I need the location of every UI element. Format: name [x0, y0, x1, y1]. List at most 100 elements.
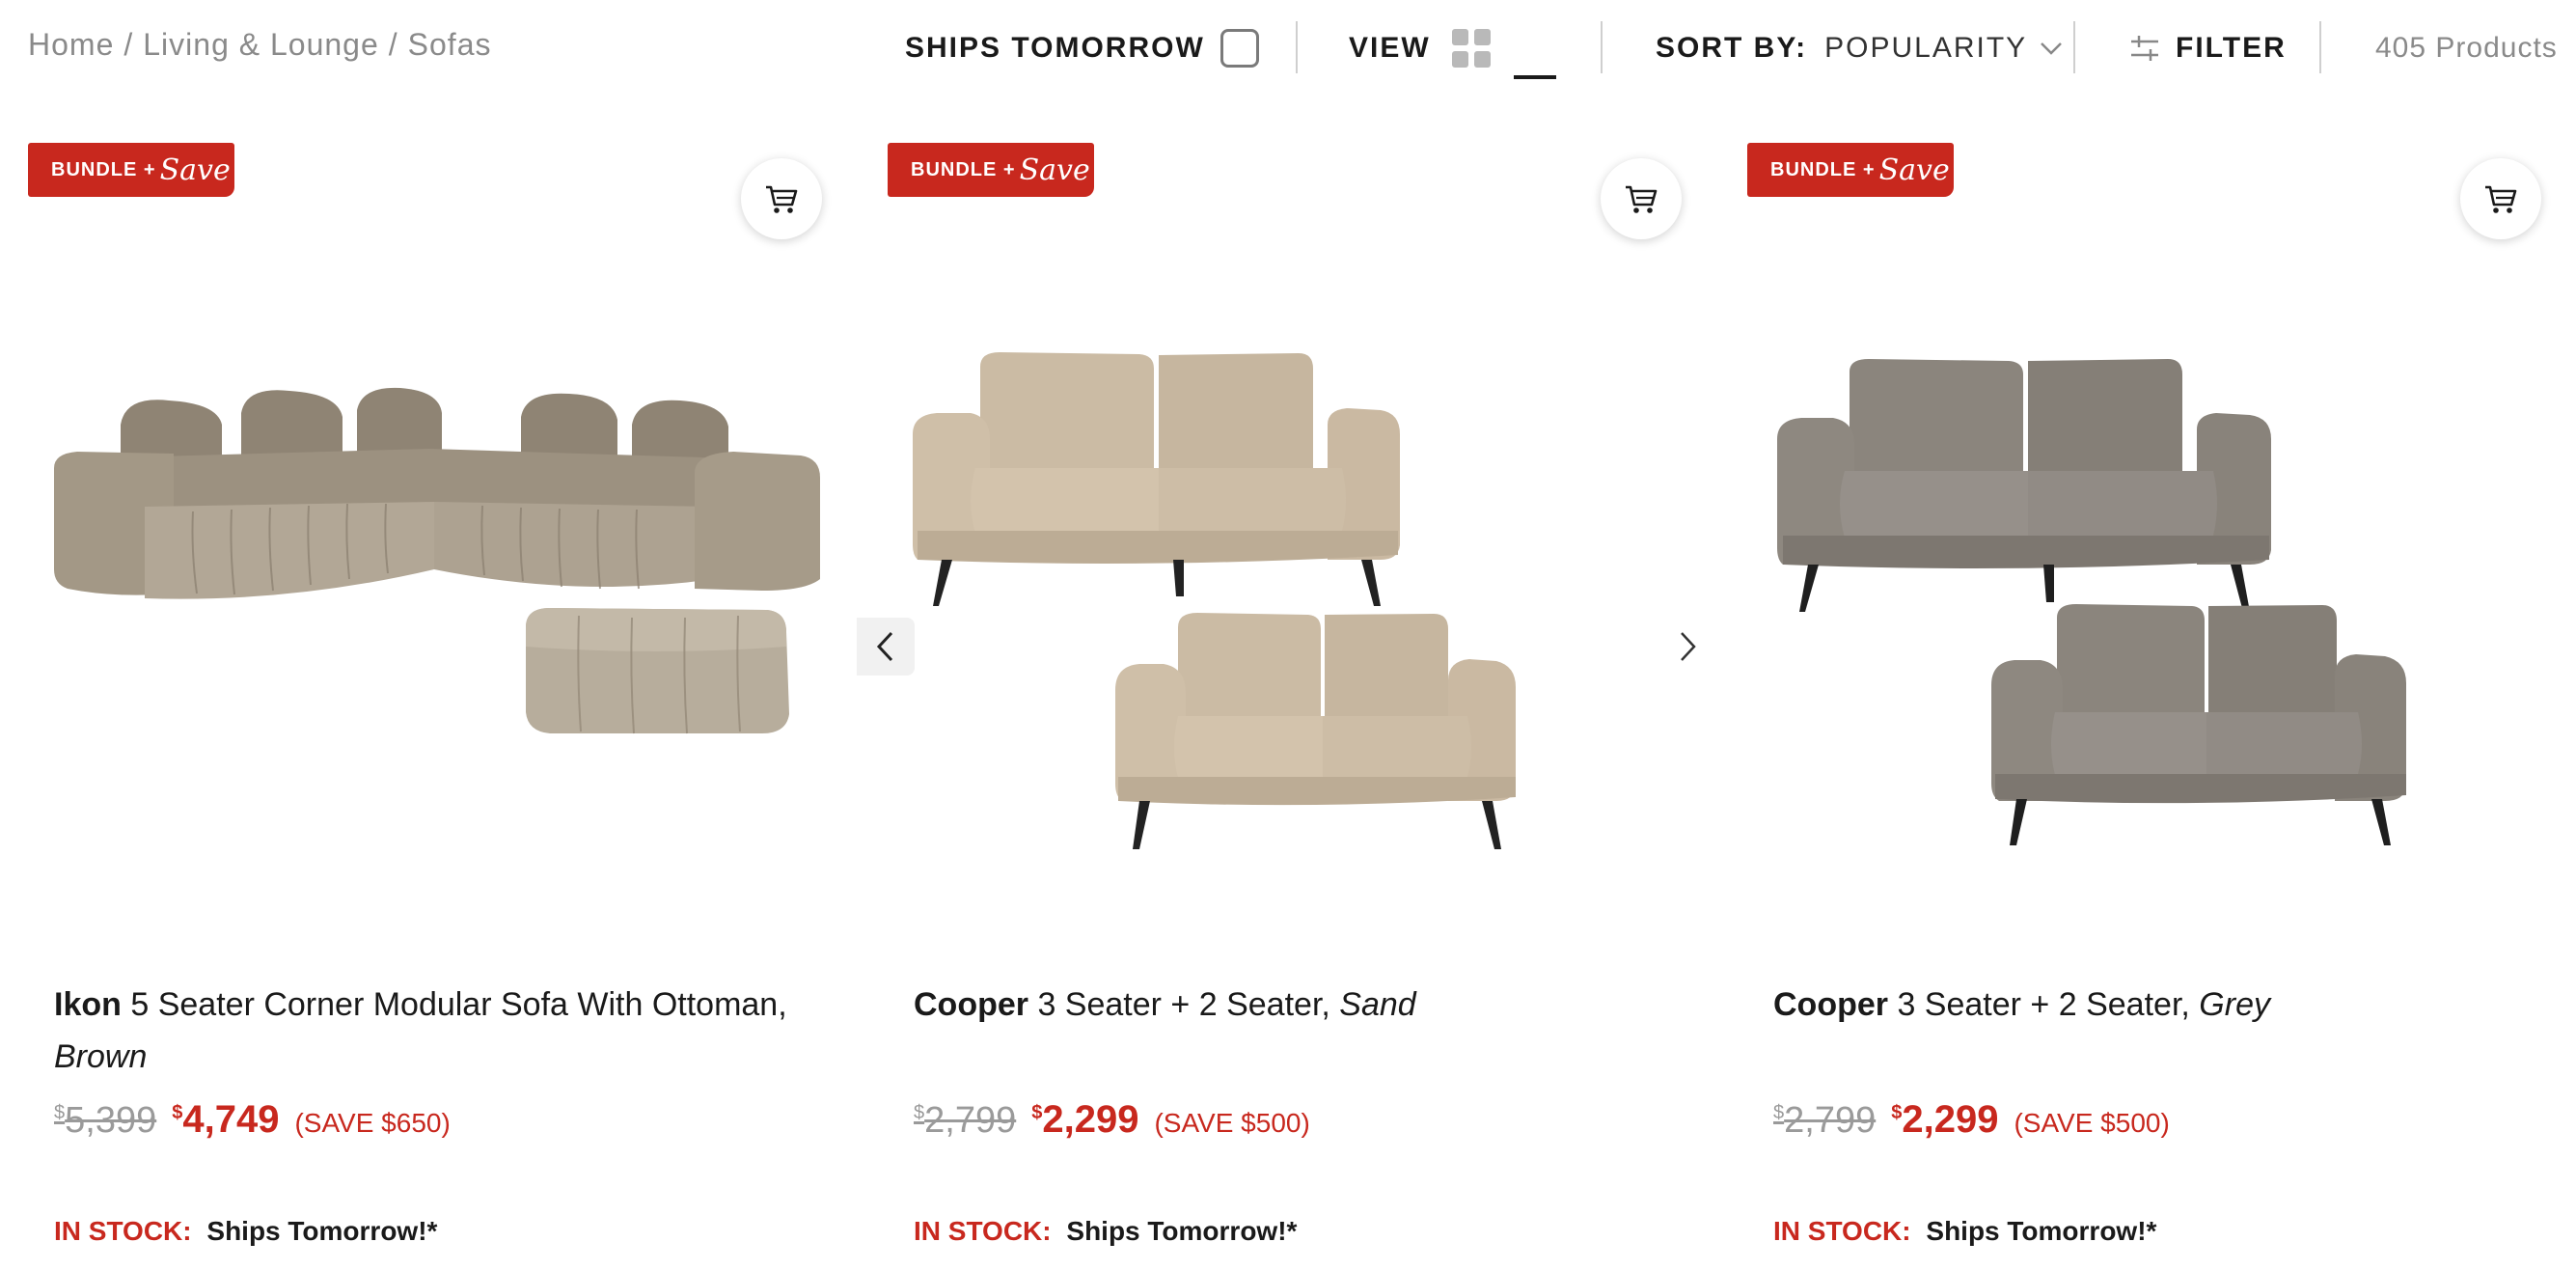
product-title[interactable]: Ikon 5 Seater Corner Modular Sofa With O…: [54, 979, 816, 1083]
product-title[interactable]: Cooper 3 Seater + 2 Seater, Grey: [1773, 979, 2535, 1031]
product-name: 5 Seater Corner Modular Sofa With Ottoma…: [130, 986, 787, 1023]
product-brand: Cooper: [914, 986, 1028, 1023]
price-was-value: 2,799: [1784, 1100, 1877, 1141]
view-switcher: VIEW: [1349, 0, 1556, 97]
price-row: $5,399 $4,749 (SAVE $650): [54, 1098, 451, 1142]
badge-script-text: Save: [159, 152, 231, 187]
stock-label: IN STOCK:: [1773, 1216, 1911, 1246]
carousel-next-button[interactable]: [1658, 618, 1716, 676]
sofa-3-plus-2-grey-image: [1777, 359, 2406, 845]
price-was-value: 2,799: [924, 1100, 1017, 1141]
product-count-text: 405 Products: [2375, 32, 2558, 64]
breadcrumb-separator: /: [388, 27, 398, 62]
grid-view-icon[interactable]: [1451, 29, 1491, 68]
stock-label: IN STOCK:: [914, 1216, 1052, 1246]
bundle-save-badge: BUNDLE + Save: [1747, 143, 1954, 197]
product-title[interactable]: Cooper 3 Seater + 2 Seater, Sand: [914, 979, 1676, 1031]
sort-dropdown[interactable]: SORT BY: POPULARITY: [1656, 0, 2064, 97]
chevron-left-icon: [876, 631, 893, 662]
currency-symbol: $: [1891, 1102, 1903, 1123]
badge-text: BUNDLE +: [1770, 158, 1876, 180]
product-count: 405 Products: [2375, 0, 2558, 97]
sort-value: POPULARITY: [1824, 32, 2028, 64]
toolbar-divider: [2319, 21, 2321, 73]
ships-tomorrow-label: SHIPS TOMORROW: [905, 32, 1205, 64]
stock-label: IN STOCK:: [54, 1216, 192, 1246]
price-now: $4,749: [172, 1098, 279, 1142]
carousel-prev-button[interactable]: [857, 618, 915, 676]
price-save: (SAVE $650): [294, 1108, 451, 1138]
stock-text: Ships Tomorrow!*: [1066, 1216, 1298, 1246]
stock-text: Ships Tomorrow!*: [1926, 1216, 2157, 1246]
add-to-cart-button[interactable]: [1601, 158, 1682, 239]
price-was: $2,799: [914, 1100, 1016, 1142]
sofa-3-plus-2-sand-image: [913, 352, 1516, 849]
single-view-icon[interactable]: [1513, 27, 1556, 79]
badge-text: BUNDLE +: [51, 158, 156, 180]
cart-icon: [766, 185, 798, 213]
stock-text: Ships Tomorrow!*: [206, 1216, 438, 1246]
chevron-right-icon: [1681, 632, 1696, 661]
ships-tomorrow-checkbox[interactable]: [1219, 29, 1259, 68]
toolbar-divider: [1296, 21, 1298, 73]
stock-status: IN STOCK: Ships Tomorrow!*: [54, 1216, 437, 1247]
price-was: $5,399: [54, 1100, 156, 1142]
product-card[interactable]: BUNDLE + Save: [857, 135, 1696, 1270]
sort-label: SORT BY:: [1656, 32, 1808, 64]
badge-text: BUNDLE +: [911, 158, 1016, 180]
badge-script-text: Save: [1878, 152, 1950, 187]
price-save: (SAVE $500): [1154, 1108, 1310, 1138]
toolbar-divider: [1601, 21, 1603, 73]
currency-symbol: $: [172, 1102, 183, 1123]
currency-symbol: $: [1031, 1102, 1043, 1123]
currency-symbol: $: [1773, 1102, 1785, 1123]
stock-status: IN STOCK: Ships Tomorrow!*: [914, 1216, 1297, 1247]
breadcrumb-living-lounge[interactable]: Living & Lounge: [143, 27, 379, 62]
price-save: (SAVE $500): [2014, 1108, 2170, 1138]
bundle-save-badge: BUNDLE + Save: [888, 143, 1094, 197]
price-now-value: 2,299: [1902, 1098, 1999, 1141]
price-row: $2,799 $2,299 (SAVE $500): [914, 1098, 1310, 1142]
breadcrumb: Home / Living & Lounge / Sofas: [28, 27, 491, 63]
filter-label: FILTER: [2176, 32, 2287, 64]
price-now: $2,299: [1891, 1098, 1998, 1142]
add-to-cart-button[interactable]: [2460, 158, 2541, 239]
breadcrumb-sofas: Sofas: [407, 27, 492, 62]
stock-status: IN STOCK: Ships Tomorrow!*: [1773, 1216, 2156, 1247]
price-was-value: 5,399: [65, 1100, 157, 1141]
price-now-value: 4,749: [182, 1098, 280, 1141]
product-toolbar: Home / Living & Lounge / Sofas SHIPS TOMORRO…: [0, 0, 2576, 97]
toolbar-divider: [2073, 21, 2075, 73]
product-name: 3 Seater + 2 Seater,: [1897, 986, 2190, 1023]
cart-icon: [1626, 185, 1658, 213]
price-row: $2,799 $2,299 (SAVE $500): [1773, 1098, 2170, 1142]
filter-button[interactable]: FILTER: [2129, 0, 2287, 97]
product-image[interactable]: [1719, 251, 2549, 1004]
filter-sliders-icon: [2131, 36, 2158, 61]
product-brand: Cooper: [1773, 986, 1888, 1023]
product-name: 3 Seater + 2 Seater,: [1037, 986, 1330, 1023]
product-card[interactable]: BUNDLE + Save: [0, 135, 830, 1270]
view-label: VIEW: [1349, 32, 1431, 64]
product-image[interactable]: [860, 251, 1689, 1004]
price-now-value: 2,299: [1042, 1098, 1139, 1141]
product-image[interactable]: [0, 251, 830, 1004]
product-variant: Grey: [2199, 986, 2270, 1023]
add-to-cart-button[interactable]: [741, 158, 822, 239]
bundle-save-badge: BUNDLE + Save: [28, 143, 234, 197]
breadcrumb-separator: /: [123, 27, 134, 62]
chevron-down-icon: [2041, 42, 2063, 55]
breadcrumb-home[interactable]: Home: [28, 27, 114, 62]
product-brand: Ikon: [54, 986, 122, 1023]
currency-symbol: $: [914, 1102, 925, 1123]
product-card[interactable]: BUNDLE + Save: [1719, 135, 2549, 1270]
price-was: $2,799: [1773, 1100, 1876, 1142]
currency-symbol: $: [54, 1102, 66, 1123]
sofa-corner-modular-image: [54, 387, 820, 734]
price-now: $2,299: [1031, 1098, 1138, 1142]
ships-tomorrow-toggle[interactable]: SHIPS TOMORROW: [905, 0, 1259, 97]
badge-script-text: Save: [1019, 152, 1090, 187]
cart-icon: [2485, 185, 2517, 213]
product-variant: Sand: [1339, 986, 1416, 1023]
product-variant: Brown: [54, 1038, 148, 1075]
